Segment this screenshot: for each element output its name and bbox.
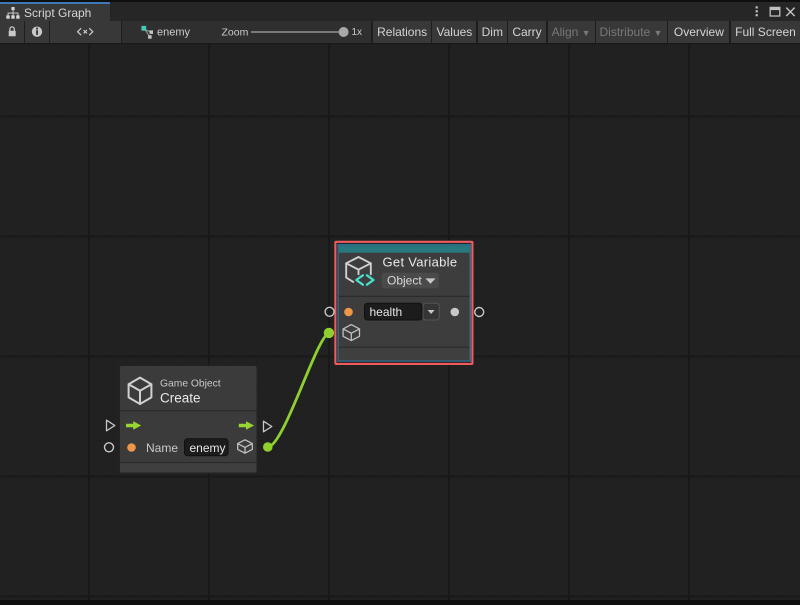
svg-text:Name: Name xyxy=(146,441,178,455)
svg-text:Zoom: Zoom xyxy=(222,26,249,38)
svg-text:Object: Object xyxy=(387,274,422,288)
svg-text:enemy: enemy xyxy=(190,441,226,455)
svg-text:Create: Create xyxy=(160,391,201,406)
svg-text:1x: 1x xyxy=(352,27,363,38)
svg-text:health: health xyxy=(370,305,403,319)
svg-text:Get Variable: Get Variable xyxy=(383,255,458,270)
svg-text:enemy: enemy xyxy=(157,27,191,39)
svg-text:Game Object: Game Object xyxy=(160,379,221,390)
